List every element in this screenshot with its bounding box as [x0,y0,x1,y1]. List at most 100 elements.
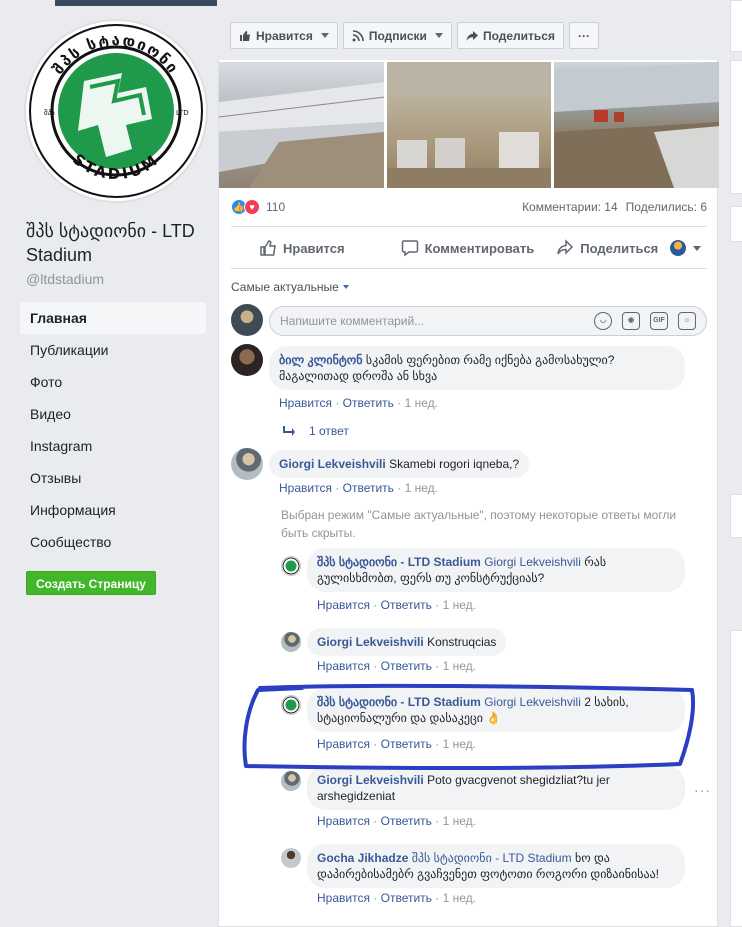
follow-button[interactable]: Подписки [342,22,452,49]
comments-count[interactable]: Комментарии: 14 [522,200,618,214]
reaction-count[interactable]: 110 [266,200,285,214]
sidebar-item-reviews[interactable]: Отзывы [20,462,206,494]
separator: · [435,814,440,828]
post-photo[interactable] [219,62,384,188]
view-replies-link[interactable]: 1 ответ [283,424,349,438]
reply-like-link[interactable]: Нравится [317,737,370,751]
reply-bubble: Giorgi Lekveishvili Konstruqcias [307,628,507,656]
avatar[interactable] [281,695,301,715]
comment-bubble: Giorgi Lekveishvili Skamebi rogori iqneb… [269,450,530,478]
avatar[interactable] [231,304,263,336]
reply-like-link[interactable]: Нравится [317,598,370,612]
sidebar-item-about[interactable]: Информация [20,494,206,526]
comment-like-link[interactable]: Нравится [279,481,332,495]
reply-tag[interactable]: Giorgi Lekveishvili [484,695,581,709]
camera-icon[interactable]: ◉ [622,312,640,330]
post-card: 👍 ♥ 110 Комментарии: 14 Поделились: 6 Нр… [218,60,720,927]
page-like-label: Нравится [256,28,313,43]
comment-time[interactable]: 1 нед. [405,396,438,410]
post-as-selector[interactable] [670,240,701,256]
comment-author[interactable]: ბილ კლინტონ [279,353,362,367]
reply-meta: Нравится · Ответить · 1 нед. [317,737,476,751]
share-post-button[interactable]: Поделиться [556,239,658,257]
avatar[interactable] [231,448,263,480]
sidebar-item-posts[interactable]: Публикации [20,334,206,366]
comment-button[interactable]: Комментировать [401,239,534,257]
reply-time[interactable]: 1 нед. [443,814,476,828]
reply-like-link[interactable]: Нравится [317,659,370,673]
avatar[interactable] [281,771,301,791]
page-title[interactable]: შპს სტადიონი - LTD Stadium [26,219,206,267]
reply-tag[interactable]: Giorgi Lekveishvili [484,555,581,569]
reply-meta: Нравится · Ответить · 1 нед. [317,814,476,828]
page-action-bar: Нравится Подписки Поделиться ··· [230,22,599,50]
love-reaction-icon[interactable]: ♥ [244,199,260,215]
sidebar-nav: Главная Публикации Фото Видео Instagram … [20,302,206,558]
reply-time[interactable]: 1 нед. [443,737,476,751]
reply-reply-link[interactable]: Ответить [381,814,432,828]
post-photo[interactable] [554,62,720,188]
stadium-logo-icon [282,557,300,575]
reply-time[interactable]: 1 нед. [443,659,476,673]
comment-reply-link[interactable]: Ответить [343,481,394,495]
more-options-button[interactable]: ··· [568,22,599,49]
sidebar-item-instagram[interactable]: Instagram [20,430,206,462]
more-options-icon[interactable]: ··· [694,782,711,798]
comment-time[interactable]: 1 нед. [405,481,438,495]
reply-author[interactable]: Giorgi Lekveishvili [317,773,424,787]
separator: · [373,891,378,905]
reply-meta: Нравится · Ответить · 1 нед. [317,891,476,905]
reply-time[interactable]: 1 нед. [443,891,476,905]
sidebar-item-home[interactable]: Главная [20,302,206,334]
avatar[interactable] [281,848,301,868]
sidebar-item-photos[interactable]: Фото [20,366,206,398]
comment-meta: Нравится · Ответить · 1 нед. [279,481,438,495]
reply-reply-link[interactable]: Ответить [381,737,432,751]
reply-like-link[interactable]: Нравится [317,891,370,905]
page-logo[interactable]: შპს სტადიონი STADIUM შპს LTD [24,19,208,203]
reply-tag[interactable]: შპს სტადიონი - LTD Stadium [412,851,572,865]
thumbs-up-icon [240,30,250,41]
emoji-icon[interactable]: ◡ [594,312,612,330]
reply-author[interactable]: შპს სტადიონი - LTD Stadium [317,695,481,709]
reply-author[interactable]: Gocha Jikhadze [317,851,408,865]
reply-text: Konstruqcias [427,635,497,649]
avatar[interactable] [231,344,263,376]
post-photo[interactable] [386,62,552,188]
reply-reply-link[interactable]: Ответить [381,598,432,612]
comment-bubble-icon [401,240,418,257]
like-post-button[interactable]: Нравится [259,239,345,257]
reply-author[interactable]: შპს სტადიონი - LTD Stadium [317,555,481,569]
avatar[interactable] [281,632,301,652]
comment-sort-dropdown[interactable]: Самые актуальные [231,280,349,294]
comment-like-link[interactable]: Нравится [279,396,332,410]
comment-bubble: ბილ კლინტონ სკამის ფერებით რამე იქნება გ… [269,346,685,390]
create-page-button[interactable]: Создать Страницу [26,571,156,595]
reply-reply-link[interactable]: Ответить [381,659,432,673]
share-page-button[interactable]: Поделиться [456,22,564,49]
stadium-logo-icon: შპს სტადიონი STADIUM შპს LTD [29,24,203,198]
separator: · [373,598,378,612]
avatar [670,240,686,256]
gif-icon[interactable]: GIF [650,312,668,330]
left-sidebar: შპს სტადიონი STADIUM შპს LTD შპს სტადიონ… [0,0,218,927]
stadium-photo-image [386,62,552,188]
page-handle[interactable]: @ltdstadium [26,271,104,287]
sidebar-item-community[interactable]: Сообщество [20,526,206,558]
reply-time[interactable]: 1 нед. [443,598,476,612]
shares-count[interactable]: Поделились: 6 [626,200,707,214]
reply-author[interactable]: Giorgi Lekveishvili [317,635,424,649]
comment-reply-link[interactable]: Ответить [343,396,394,410]
sidebar-item-videos[interactable]: Видео [20,398,206,430]
reply-meta: Нравится · Ответить · 1 нед. [317,598,476,612]
share-arrow-icon [466,30,478,41]
reply-like-link[interactable]: Нравится [317,814,370,828]
sticker-icon[interactable]: ☺ [678,312,696,330]
page-like-button[interactable]: Нравится [230,22,338,49]
reply-reply-link[interactable]: Ответить [381,891,432,905]
comment-author[interactable]: Giorgi Lekveishvili [279,457,386,471]
post-stats: 👍 ♥ 110 Комментарии: 14 Поделились: 6 [231,198,707,216]
comment-input[interactable]: Напишите комментарий... ◡ ◉ GIF ☺ [269,306,707,336]
avatar[interactable] [281,556,301,576]
divider [231,268,707,269]
